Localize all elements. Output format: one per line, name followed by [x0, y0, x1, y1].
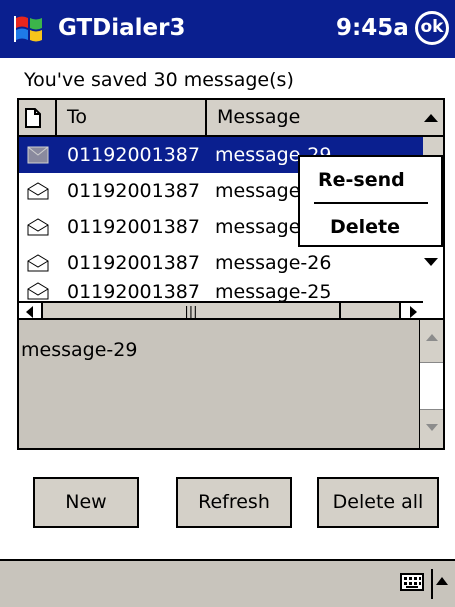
ok-button[interactable]: ok: [415, 11, 449, 45]
new-button[interactable]: New: [33, 477, 139, 528]
row-to: 01192001387: [67, 252, 200, 274]
menu-divider: [314, 202, 428, 204]
column-header-icon[interactable]: [19, 100, 57, 137]
refresh-button[interactable]: Refresh: [176, 477, 292, 528]
table-row[interactable]: 01192001387 message-25: [19, 277, 423, 301]
arrow-right-icon: [410, 306, 417, 318]
arrow-down-icon: [424, 258, 438, 266]
arrow-up-icon: [424, 114, 438, 122]
menu-item-delete[interactable]: Delete: [300, 206, 441, 248]
menu-item-resend[interactable]: Re-send: [300, 159, 441, 201]
menu-bar: [0, 559, 455, 607]
app-title: GTDialer3: [58, 15, 186, 41]
envelope-icon: [27, 282, 49, 300]
row-to: 01192001387: [67, 216, 200, 238]
horizontal-scrollbar[interactable]: |||: [19, 301, 423, 318]
envelope-icon: [27, 182, 49, 200]
delete-all-button[interactable]: Delete all: [317, 477, 439, 528]
preview-text: message-29: [21, 339, 138, 361]
context-menu: Re-send Delete: [298, 155, 443, 247]
arrow-down-icon: [426, 424, 438, 431]
row-to: 01192001387: [67, 144, 200, 166]
row-message: message-25: [215, 281, 332, 301]
sip-up-arrow-icon[interactable]: [436, 577, 448, 585]
preview-scrollbar[interactable]: [419, 320, 443, 448]
saved-count-label: You've saved 30 message(s): [24, 69, 294, 91]
title-bar: GTDialer3 9:45a ok: [0, 0, 455, 58]
envelope-icon: [27, 254, 49, 272]
scroll-left-button[interactable]: [19, 303, 43, 318]
preview-scroll-down[interactable]: [420, 410, 443, 448]
table-row[interactable]: 01192001387 message-26: [19, 245, 423, 281]
message-preview[interactable]: message-29: [17, 320, 445, 450]
keyboard-icon[interactable]: [400, 572, 424, 592]
arrow-left-icon: [26, 306, 33, 318]
envelope-icon: [27, 218, 49, 236]
column-header-to[interactable]: To: [57, 100, 207, 137]
row-message: message-26: [215, 252, 332, 274]
document-icon: [25, 108, 41, 128]
clock[interactable]: 9:45a: [336, 10, 409, 46]
scroll-up-button[interactable]: [419, 100, 443, 137]
column-header-message[interactable]: Message: [207, 100, 423, 137]
sip-divider: [431, 569, 433, 599]
windows-flag-icon[interactable]: [12, 12, 46, 46]
scroll-right-button[interactable]: [399, 303, 423, 318]
preview-scroll-up[interactable]: [420, 320, 443, 360]
row-to: 01192001387: [67, 180, 200, 202]
row-to: 01192001387: [67, 281, 200, 301]
horizontal-scroll-thumb[interactable]: |||: [43, 303, 341, 318]
preview-scroll-thumb[interactable]: [420, 362, 443, 410]
envelope-icon: [27, 146, 49, 164]
arrow-up-icon: [426, 334, 438, 341]
